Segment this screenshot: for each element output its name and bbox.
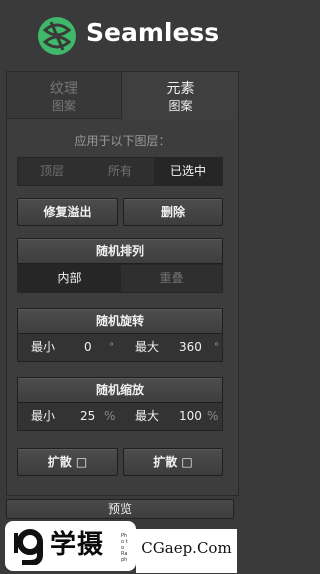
rotate-max-input[interactable]: 360 <box>179 334 202 361</box>
degree-unit: ° <box>214 342 219 353</box>
tab-bar: 纹理 图案 元素 图案 <box>7 72 238 119</box>
app-header: Seamless <box>0 0 246 68</box>
watermark-logo-icon <box>14 529 43 565</box>
watermark-text: 学摄 <box>50 530 105 560</box>
rotate-min-input[interactable]: 0 <box>84 334 92 361</box>
apply-to-label: 应用于以下图层： <box>74 134 171 148</box>
fix-overflow-button[interactable]: 修复溢出 <box>17 198 118 226</box>
tab-element-pattern[interactable]: 元素 图案 <box>123 72 238 119</box>
scale-range: 最小 25 % 最大 100 % <box>17 403 223 431</box>
degree-unit: ° <box>109 342 114 353</box>
layer-option-selected[interactable]: 已选中 <box>154 158 222 185</box>
rotate-max-label: 最大 <box>135 340 160 354</box>
main-panel: 纹理 图案 元素 图案 应用于以下图层： 顶层 所有 已选中 修复溢出 删除 随… <box>6 71 239 496</box>
watermark-site-text: CGaep.Com <box>141 539 232 557</box>
seamless-logo-icon <box>38 17 76 55</box>
spread-left-button[interactable]: 扩散 □ <box>17 448 118 476</box>
layer-selector: 顶层 所有 已选中 <box>17 157 223 186</box>
arrange-mode-selector: 内部 重叠 <box>17 264 223 293</box>
tab-sublabel: 图案 <box>51 99 76 113</box>
scale-min-label: 最小 <box>31 409 56 423</box>
rotate-range: 最小 0 ° 最大 360 ° <box>17 334 223 362</box>
random-arrange-header: 随机排列 <box>17 238 223 264</box>
app-title: Seamless <box>86 18 220 47</box>
scale-max-label: 最大 <box>135 409 160 423</box>
tab-label: 元素 <box>166 81 195 97</box>
arrange-option-inside[interactable]: 内部 <box>18 265 121 292</box>
percent-unit: % <box>104 409 116 423</box>
tab-texture-pattern[interactable]: 纹理 图案 <box>7 72 122 119</box>
random-rotate-header: 随机旋转 <box>17 308 223 334</box>
watermark-small-text: Pho to Ra ph <box>121 533 128 563</box>
scale-max-input[interactable]: 100 <box>179 403 202 430</box>
tab-sublabel: 图案 <box>168 99 193 113</box>
tab-label: 纹理 <box>50 81 78 97</box>
watermark-right: CGaep.Com <box>136 529 237 573</box>
preview-button[interactable]: 预览 <box>6 499 234 519</box>
watermark-left: 学摄 Pho to Ra ph <box>5 521 136 571</box>
scale-min-input[interactable]: 25 <box>80 403 95 430</box>
spread-right-button[interactable]: 扩散 □ <box>123 448 223 476</box>
random-scale-header: 随机缩放 <box>17 377 223 403</box>
rotate-min-label: 最小 <box>31 340 56 354</box>
arrange-option-overlap[interactable]: 重叠 <box>121 265 222 292</box>
delete-button[interactable]: 删除 <box>123 198 223 226</box>
layer-option-top[interactable]: 顶层 <box>18 158 86 185</box>
percent-unit: % <box>207 409 219 423</box>
layer-option-all[interactable]: 所有 <box>86 158 154 185</box>
